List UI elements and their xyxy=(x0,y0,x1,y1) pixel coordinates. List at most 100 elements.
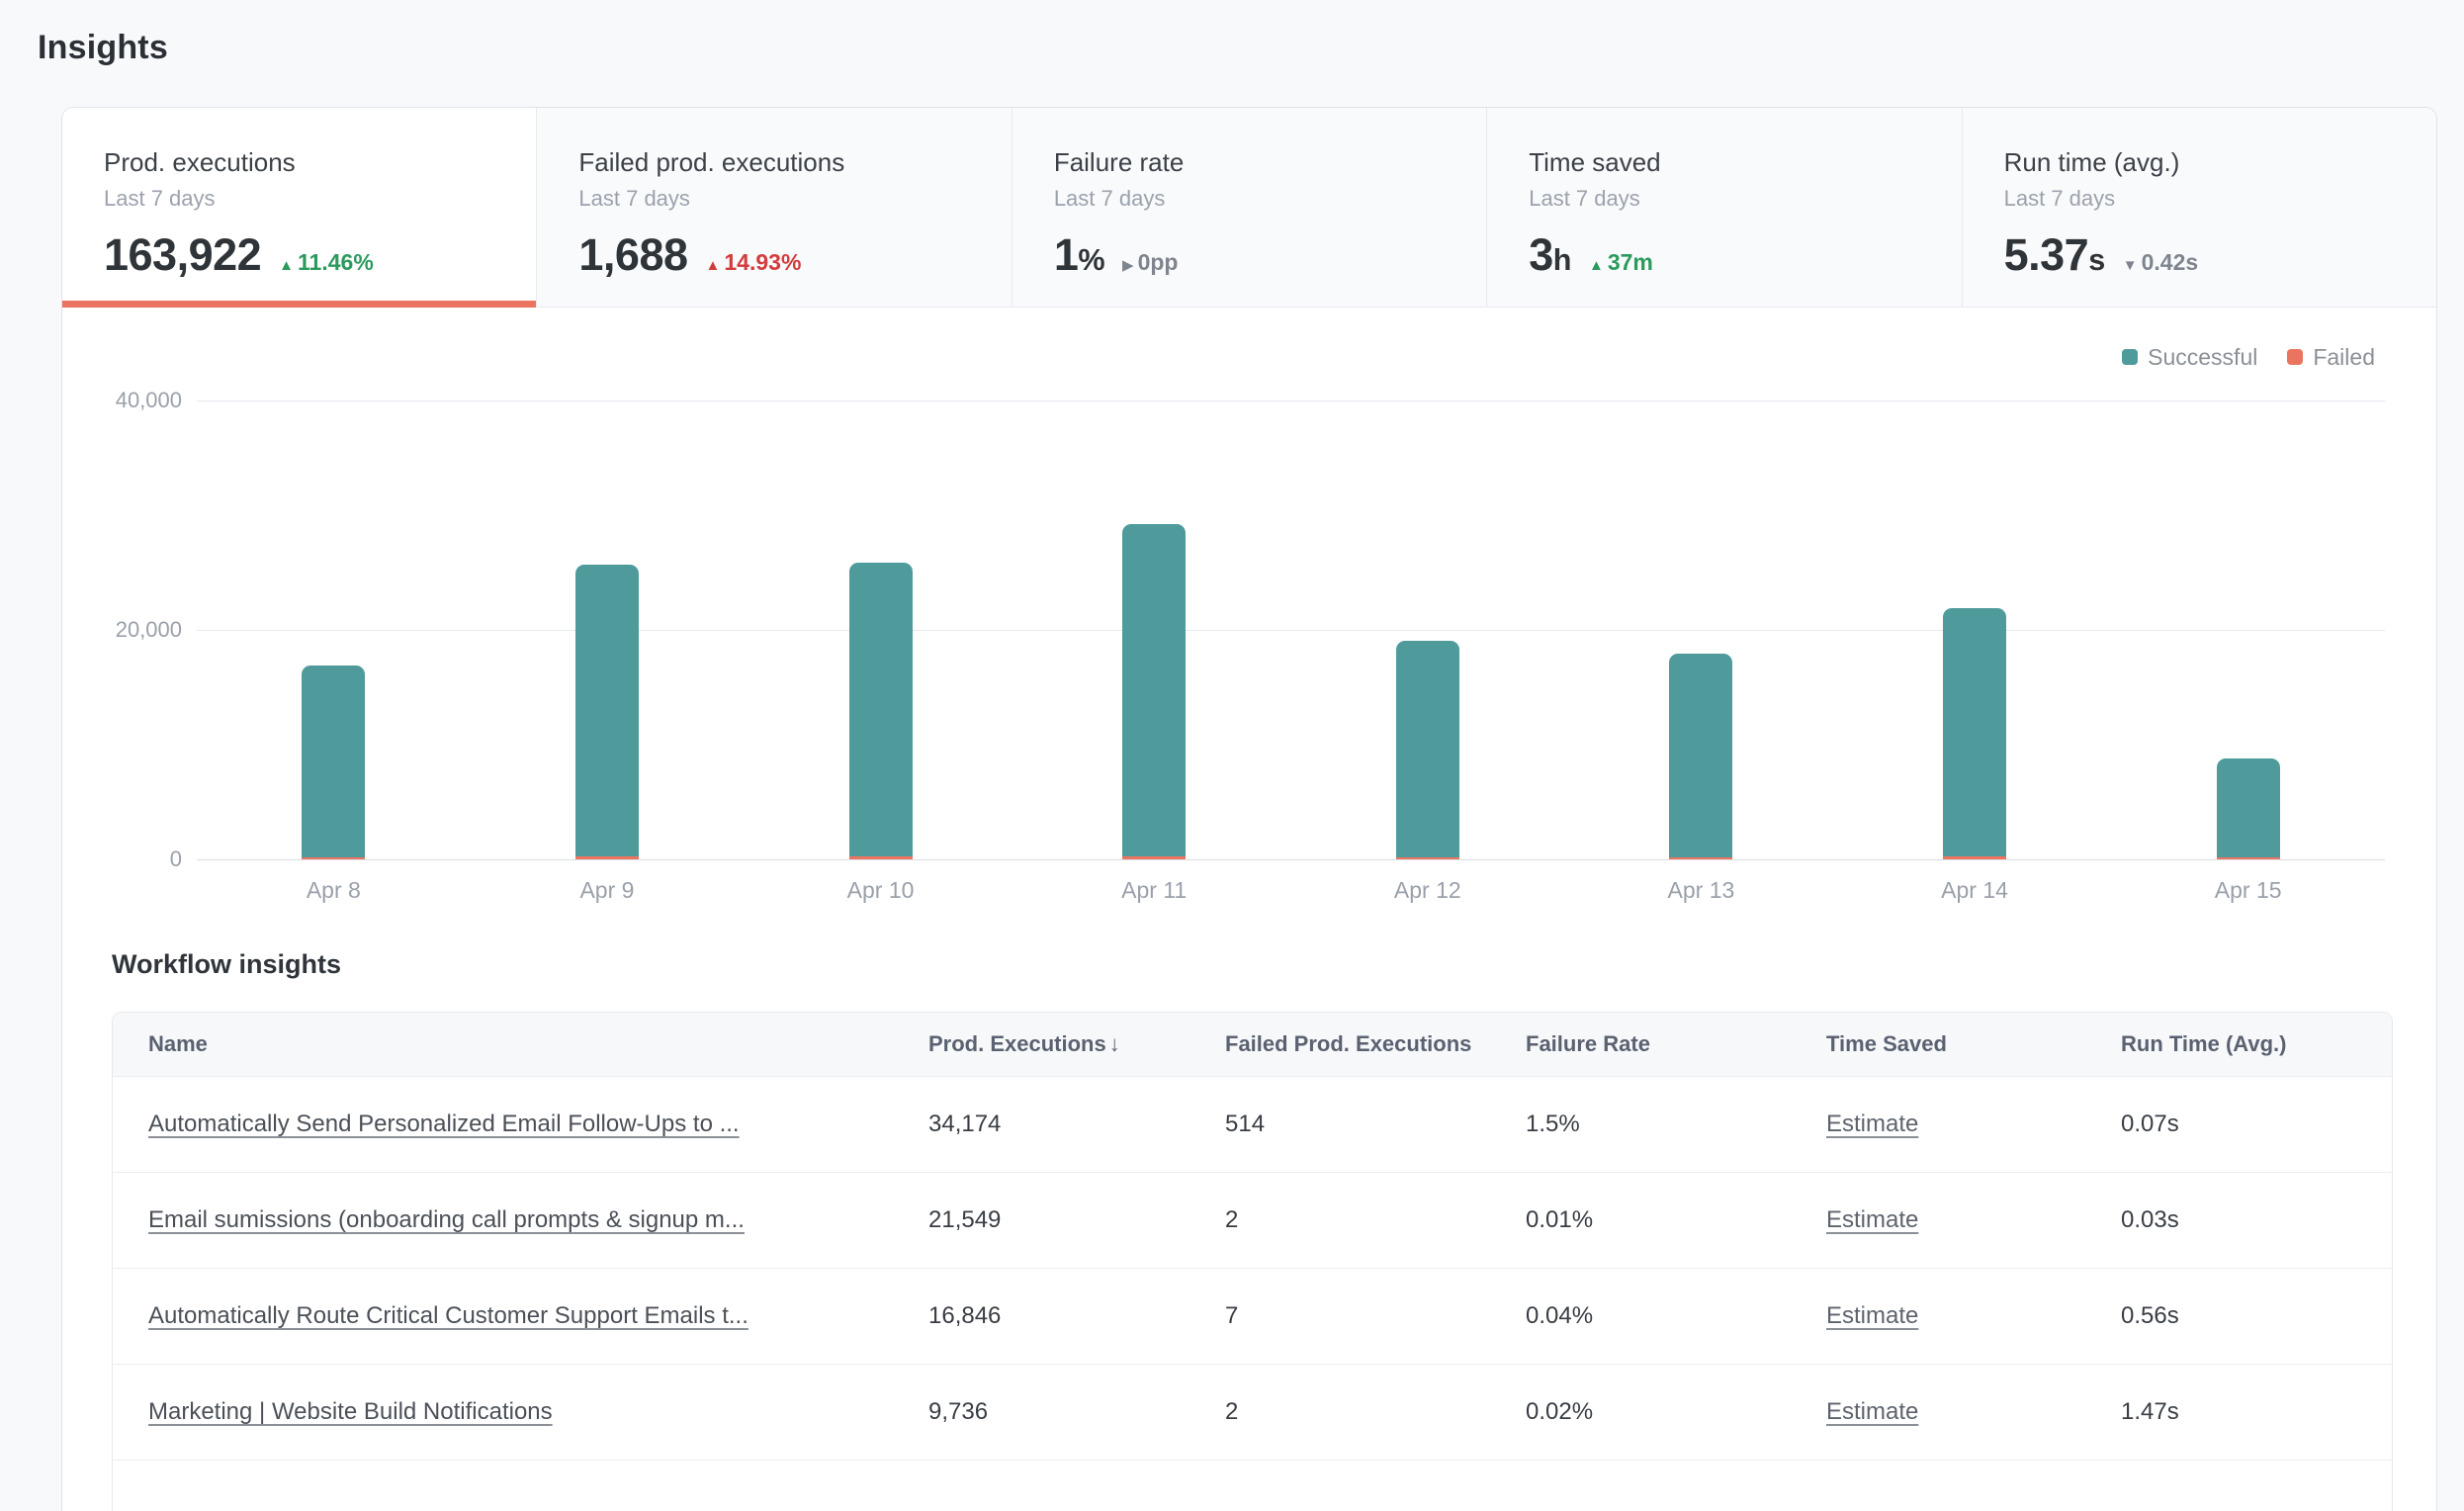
bar-failed-segment xyxy=(302,857,365,860)
workflow-insights-heading: Workflow insights xyxy=(112,949,2393,980)
cell-failure-rate: 1.5% xyxy=(1526,1076,1826,1172)
workflow-name-link[interactable]: Automatically Send Personalized Email Fo… xyxy=(148,1111,740,1137)
workflow-name-cell xyxy=(113,1460,928,1511)
column-header-failed-prod-executions[interactable]: Failed Prod. Executions xyxy=(1225,1013,1526,1076)
bar-apr-14 xyxy=(1943,608,2006,859)
bar-successful-segment xyxy=(575,565,639,856)
table-row xyxy=(113,1460,2392,1511)
cell-failure-rate: 0.02% xyxy=(1526,1364,1826,1460)
estimate-link[interactable]: Estimate xyxy=(1826,1398,1918,1425)
workflow-name-link[interactable]: Automatically Route Critical Customer Su… xyxy=(148,1302,748,1329)
table-row: Automatically Send Personalized Email Fo… xyxy=(113,1076,2392,1172)
x-axis-label: Apr 15 xyxy=(2111,877,2385,904)
legend-item-successful[interactable]: Successful xyxy=(2122,344,2257,371)
metric-unit: h xyxy=(1553,243,1571,277)
metric-label: Prod. executions xyxy=(104,145,494,179)
column-header-run-time-avg[interactable]: Run Time (Avg.) xyxy=(2121,1013,2392,1076)
cell-failure-rate: 0.04% xyxy=(1526,1268,1826,1364)
metric-delta: ▲14.93% xyxy=(706,249,802,276)
x-axis-label: Apr 9 xyxy=(471,877,745,904)
legend-swatch-icon xyxy=(2287,349,2303,365)
bar-failed-segment xyxy=(2217,857,2280,860)
metric-tab-failed-prod-executions[interactable]: Failed prod. executionsLast 7 days1,688▲… xyxy=(537,108,1012,307)
workflow-name-link[interactable]: Marketing | Website Build Notifications xyxy=(148,1398,553,1425)
metric-delta: ▲37m xyxy=(1589,249,1653,276)
cell-failed-prod-executions: 2 xyxy=(1225,1172,1526,1268)
metric-value: 1,688 xyxy=(578,229,687,281)
cell-prod-executions xyxy=(928,1460,1225,1511)
metric-label: Failed prod. executions xyxy=(578,145,969,179)
cell-failed-prod-executions: 7 xyxy=(1225,1268,1526,1364)
y-axis-label: 40,000 xyxy=(62,388,182,413)
metric-tab-time-saved[interactable]: Time savedLast 7 days3h▲37m xyxy=(1487,108,1962,307)
x-axis-label: Apr 14 xyxy=(1838,877,2112,904)
insights-card: Prod. executions Last 7 days 163,922 ▲11.46… xyxy=(61,107,2437,1511)
column-header-name[interactable]: Name xyxy=(113,1013,928,1076)
executions-chart: SuccessfulFailed 40,00020,0000 Apr 8Apr … xyxy=(62,308,2436,904)
x-axis-label: Apr 12 xyxy=(1291,877,1565,904)
estimate-link[interactable]: Estimate xyxy=(1826,1206,1918,1233)
x-axis-label: Apr 13 xyxy=(1564,877,1838,904)
bar-successful-segment xyxy=(1943,608,2006,857)
estimate-link[interactable]: Estimate xyxy=(1826,1302,1918,1329)
sort-descending-icon: ↓ xyxy=(1106,1031,1120,1056)
cell-failed-prod-executions xyxy=(1225,1460,1526,1511)
metric-unit: s xyxy=(2088,243,2105,277)
column-header-time-saved[interactable]: Time Saved xyxy=(1826,1013,2121,1076)
page-title: Insights xyxy=(38,0,2437,69)
metric-label: Failure rate xyxy=(1054,145,1445,179)
chart-plot-area: 40,00020,0000 xyxy=(62,400,2436,859)
bar-failed-segment xyxy=(1122,856,1186,860)
cell-failed-prod-executions: 514 xyxy=(1225,1076,1526,1172)
metric-period: Last 7 days xyxy=(2004,184,2395,214)
bar-apr-12 xyxy=(1396,641,1459,859)
metric-value: 5.37s xyxy=(2004,229,2105,281)
cell-time-saved: Estimate xyxy=(1826,1364,2121,1460)
metric-delta: ▲11.46% xyxy=(279,249,374,276)
bar-failed-segment xyxy=(849,856,913,859)
cell-prod-executions: 34,174 xyxy=(928,1076,1225,1172)
insights-page: Insights Prod. executions Last 7 days 163,… xyxy=(0,0,2464,1511)
metric-tab-prod-executions[interactable]: Prod. executionsLast 7 days163,922▲11.46… xyxy=(62,108,537,307)
bar-failed-segment xyxy=(1669,857,1732,860)
triangle-up-icon: ▲ xyxy=(1589,257,1604,274)
workflow-name-cell: Email sumissions (onboarding call prompt… xyxy=(113,1172,928,1268)
workflow-name-link[interactable]: Email sumissions (onboarding call prompt… xyxy=(148,1206,745,1233)
bar-successful-segment xyxy=(1396,641,1459,856)
metric-label: Run time (avg.) xyxy=(2004,145,2395,179)
table-row: Email sumissions (onboarding call prompt… xyxy=(113,1172,2392,1268)
legend-item-failed[interactable]: Failed xyxy=(2287,344,2375,371)
cell-prod-executions: 21,549 xyxy=(928,1172,1225,1268)
metric-delta: ▼0.42s xyxy=(2123,249,2198,276)
gridline xyxy=(197,859,2385,860)
y-axis-label: 20,000 xyxy=(62,617,182,643)
bar-successful-segment xyxy=(2217,758,2280,857)
table-row: Automatically Route Critical Customer Su… xyxy=(113,1268,2392,1364)
x-axis-label: Apr 10 xyxy=(744,877,1017,904)
triangle-up-icon: ▲ xyxy=(279,257,294,274)
x-axis-label: Apr 8 xyxy=(197,877,471,904)
legend-swatch-icon xyxy=(2122,349,2138,365)
metric-value: 163,922 xyxy=(104,229,261,281)
metric-tab-failure-rate[interactable]: Failure rateLast 7 days1%▶0pp xyxy=(1012,108,1487,307)
workflow-name-cell: Marketing | Website Build Notifications xyxy=(113,1364,928,1460)
triangle-up-icon: ▲ xyxy=(706,257,721,274)
cell-failure-rate xyxy=(1526,1460,1826,1511)
x-axis-label: Apr 11 xyxy=(1017,877,1291,904)
metric-tab-run-time-avg[interactable]: Run time (avg.) Last 7 days 5.37s ▼0.42s xyxy=(1963,108,2436,307)
metric-delta: ▶0pp xyxy=(1122,249,1178,276)
bar-successful-segment xyxy=(1669,654,1732,856)
bar-successful-segment xyxy=(849,563,913,856)
cell-time-saved xyxy=(1826,1460,2121,1511)
bar-failed-segment xyxy=(1396,857,1459,860)
cell-run-time: 0.07s xyxy=(2121,1076,2392,1172)
column-header-failure-rate[interactable]: Failure Rate xyxy=(1526,1013,1826,1076)
cell-time-saved: Estimate xyxy=(1826,1172,2121,1268)
cell-time-saved: Estimate xyxy=(1826,1268,2121,1364)
estimate-link[interactable]: Estimate xyxy=(1826,1111,1918,1137)
column-header-prod-executions[interactable]: Prod. Executions↓ xyxy=(928,1013,1225,1076)
bar-successful-segment xyxy=(1122,524,1186,855)
metric-period: Last 7 days xyxy=(1529,184,1919,214)
bar-failed-segment xyxy=(575,856,639,859)
x-axis-labels: Apr 8Apr 9Apr 10Apr 11Apr 12Apr 13Apr 14… xyxy=(197,877,2385,904)
